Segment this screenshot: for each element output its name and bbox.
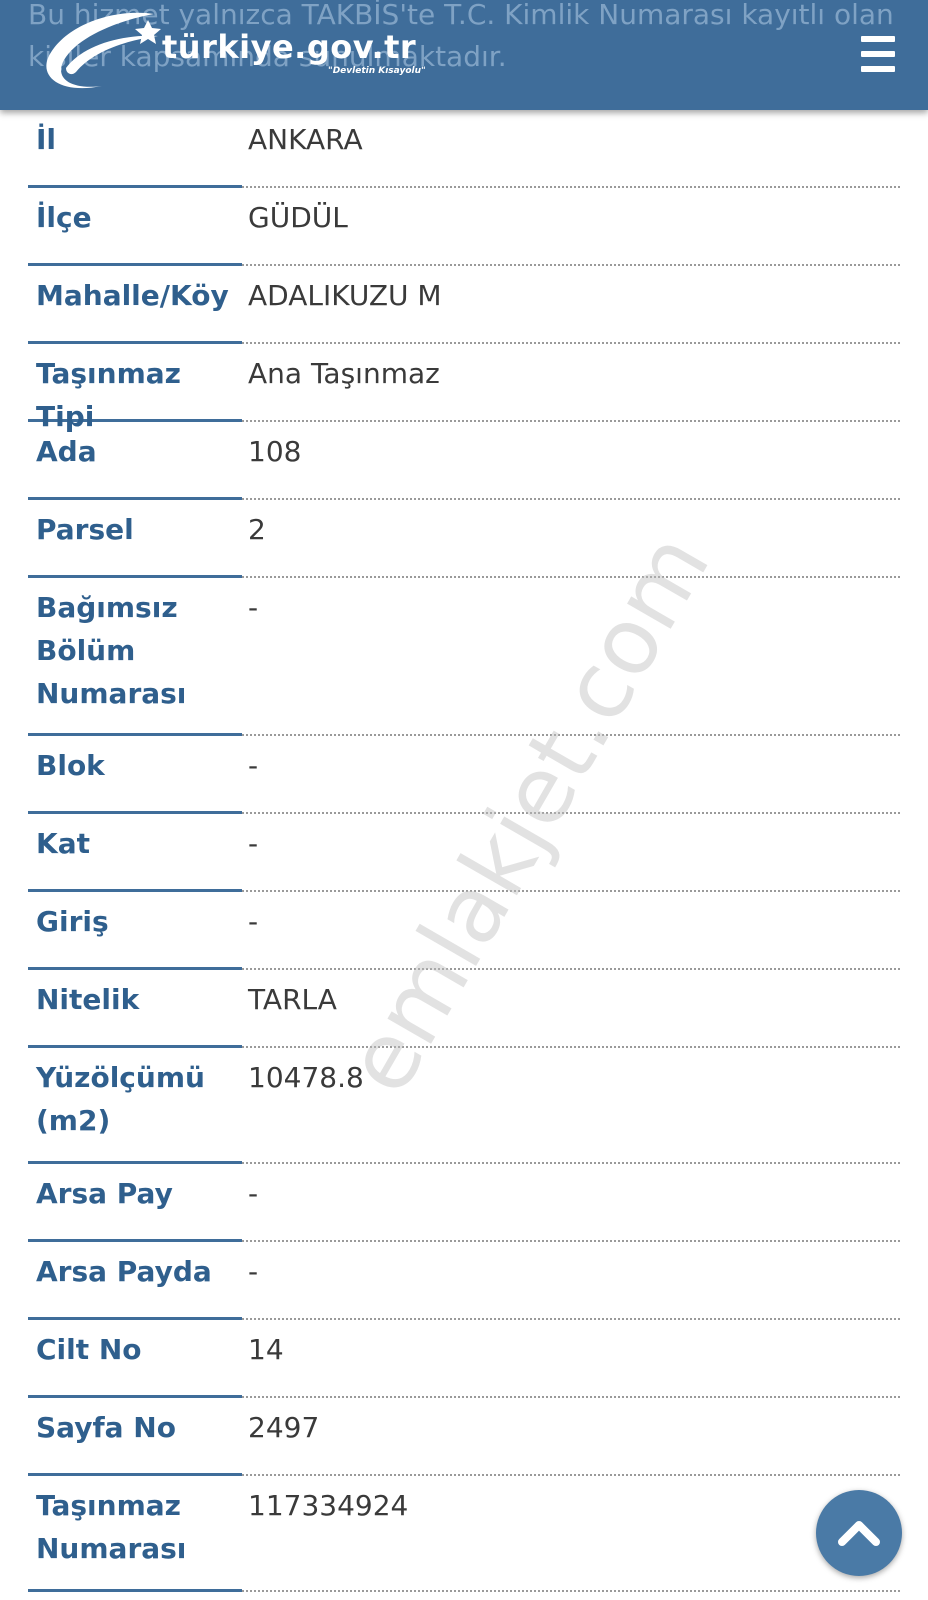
logo-text: türkiye.gov.tr — [162, 28, 417, 66]
row-value: 2497 — [242, 1398, 900, 1476]
table-row: İlçe GÜDÜL — [28, 188, 900, 266]
row-value: - — [242, 1164, 900, 1242]
row-value: 2 — [242, 500, 900, 578]
row-value: - — [242, 1242, 900, 1320]
row-value: 117334924 — [242, 1476, 900, 1592]
row-label: İl — [28, 110, 242, 188]
row-label: İlçe — [28, 188, 242, 266]
table-row: Ada 108 — [28, 422, 900, 500]
row-value: 14 — [242, 1320, 900, 1398]
table-row: Bağımsız Bölüm Numarası - — [28, 578, 900, 736]
table-row: Yüzölçümü (m2) 10478.8 — [28, 1048, 900, 1164]
table-row: Arsa Pay - — [28, 1164, 900, 1242]
table-row: Sayfa No 2497 — [28, 1398, 900, 1476]
page: Bu hizmet yalnızca TAKBİS'te T.C. Kimlik… — [0, 0, 928, 1600]
row-value: ANKARA — [242, 110, 900, 188]
row-value: 108 — [242, 422, 900, 500]
row-label: Bağımsız Bölüm Numarası — [28, 578, 242, 736]
turkiye-gov-logo[interactable]: türkiye.gov.tr "Devletin Kısayolu" — [36, 6, 456, 98]
logo-tagline: "Devletin Kısayolu" — [328, 66, 426, 76]
row-label: Nitelik — [28, 970, 242, 1048]
row-label: Yüzölçümü (m2) — [28, 1048, 242, 1164]
table-row: Taşınmaz Numarası 117334924 — [28, 1476, 900, 1592]
logo-swoosh-icon — [46, 12, 161, 89]
row-label: Sayfa No — [28, 1398, 242, 1476]
table-row: Blok - — [28, 736, 900, 814]
row-value: Ana Taşınmaz — [242, 344, 900, 422]
row-label: Giriş — [28, 892, 242, 970]
table-row: Taşınmaz Tipi Ana Taşınmaz — [28, 344, 900, 433]
menu-bar — [861, 66, 895, 72]
row-label: Parsel — [28, 500, 242, 578]
menu-bar — [861, 36, 895, 42]
row-value: TARLA — [242, 970, 900, 1048]
row-label: Blok — [28, 736, 242, 814]
row-value: GÜDÜL — [242, 188, 900, 266]
table-row: Nitelik TARLA — [28, 970, 900, 1048]
row-value: - — [242, 892, 900, 970]
row-value: - — [242, 814, 900, 892]
table-row: Arsa Payda - — [28, 1242, 900, 1320]
chevron-up-icon — [838, 1521, 880, 1546]
row-label: Arsa Payda — [28, 1242, 242, 1320]
row-label: Mahalle/Köy — [28, 266, 242, 344]
row-label: Taşınmaz Tipi — [28, 344, 242, 433]
table-row: Kat - — [28, 814, 900, 892]
scroll-to-top-button[interactable] — [816, 1490, 902, 1576]
row-label: Ada — [28, 422, 242, 500]
table-row: Giriş - — [28, 892, 900, 970]
row-label: Kat — [28, 814, 242, 892]
table-row: Mahalle/Köy ADALIKUZU M — [28, 266, 900, 344]
table-row: İl ANKARA — [28, 110, 900, 188]
table-row: Cilt No 14 — [28, 1320, 900, 1398]
site-header: Bu hizmet yalnızca TAKBİS'te T.C. Kimlik… — [0, 0, 928, 110]
row-value: ADALIKUZU M — [242, 266, 900, 344]
row-value: - — [242, 736, 900, 814]
row-label: Taşınmaz Numarası — [28, 1476, 242, 1592]
row-value: - — [242, 578, 900, 736]
table-row: Parsel 2 — [28, 500, 900, 578]
property-details-table: İl ANKARA İlçe GÜDÜL Mahalle/Köy ADALIKU… — [28, 110, 900, 1592]
hamburger-menu-icon[interactable] — [858, 34, 898, 74]
row-label: Cilt No — [28, 1320, 242, 1398]
row-label: Arsa Pay — [28, 1164, 242, 1242]
row-value: 10478.8 — [242, 1048, 900, 1164]
menu-bar — [861, 51, 895, 57]
